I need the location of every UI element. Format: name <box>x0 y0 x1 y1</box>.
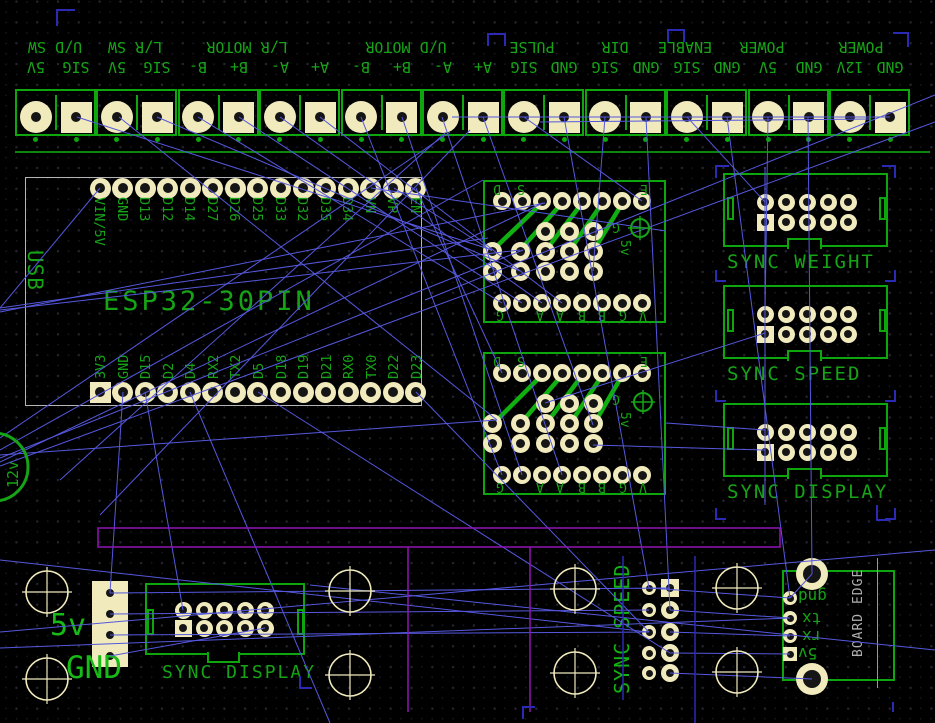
mounting-hole[interactable] <box>325 566 375 616</box>
airwire[interactable] <box>523 116 643 202</box>
airwire[interactable] <box>539 118 871 123</box>
airwire[interactable] <box>482 116 594 426</box>
airwire[interactable] <box>563 116 650 589</box>
airwire[interactable] <box>648 587 791 599</box>
mounting-hole[interactable] <box>550 648 600 698</box>
airwire[interactable] <box>109 627 266 657</box>
airwire[interactable] <box>189 391 331 723</box>
airwire[interactable] <box>0 419 498 456</box>
airwire[interactable] <box>592 116 606 272</box>
airwire[interactable] <box>393 187 493 252</box>
airwire[interactable] <box>257 391 671 654</box>
mounting-hole[interactable] <box>712 563 762 613</box>
selection-corner-mark <box>885 508 896 520</box>
airwire[interactable] <box>645 116 671 611</box>
selection-corner-mark <box>885 270 896 282</box>
selection-corner-mark <box>56 9 75 26</box>
airwire[interactable] <box>669 652 791 655</box>
selection-corner-mark <box>715 508 726 520</box>
selection-corner-mark <box>667 29 685 42</box>
selection-corner-mark <box>715 390 726 402</box>
mounting-hole[interactable] <box>325 650 375 700</box>
airwire[interactable] <box>238 116 523 304</box>
fiducial-cross-icon <box>628 216 652 240</box>
airwire[interactable] <box>0 249 521 311</box>
mounting-hole[interactable] <box>22 567 72 617</box>
pcb-canvas: 5V SIG 5V SIG B- B+ A- A+ B- B+ A- A+ SIG GND SIG GND SI… <box>0 0 935 723</box>
airwire[interactable] <box>544 332 766 404</box>
purple-region-outline <box>97 527 781 548</box>
airwire[interactable] <box>726 116 791 599</box>
selection-corner-mark <box>715 165 729 178</box>
airwire[interactable] <box>0 617 791 649</box>
selection-corner-mark <box>487 33 506 46</box>
airwire[interactable] <box>807 116 813 575</box>
airwire[interactable] <box>415 187 503 374</box>
airwire[interactable] <box>669 609 791 619</box>
selection-corner-mark <box>522 706 535 719</box>
selection-corner-mark <box>299 676 312 689</box>
airwire[interactable] <box>370 187 667 232</box>
airwire[interactable] <box>76 116 493 251</box>
airwire[interactable] <box>0 549 935 633</box>
selection-corner-mark <box>882 165 896 178</box>
airwire[interactable] <box>401 116 523 476</box>
airwire[interactable] <box>0 249 524 459</box>
airwire[interactable] <box>665 422 766 431</box>
selection-corner-mark <box>715 270 726 282</box>
airwire[interactable] <box>0 131 451 439</box>
airwire[interactable] <box>156 116 521 272</box>
selection-corner-mark <box>893 32 909 47</box>
airwire[interactable] <box>415 391 650 633</box>
airwire[interactable] <box>424 94 935 301</box>
mounting-hole[interactable] <box>550 564 600 614</box>
selection-corner-mark <box>885 390 896 402</box>
airwire[interactable] <box>0 559 650 633</box>
mounting-hole[interactable] <box>22 654 72 704</box>
airwire[interactable] <box>789 573 813 599</box>
airwires-overlay <box>0 9 935 723</box>
airwire[interactable] <box>669 672 813 680</box>
airwire[interactable] <box>99 129 471 516</box>
power-jack-outline[interactable] <box>0 432 30 502</box>
airwire[interactable] <box>0 202 544 463</box>
mounting-hole[interactable] <box>712 647 762 697</box>
airwire[interactable] <box>319 116 563 304</box>
fiducial-cross-icon <box>631 390 655 414</box>
airwire[interactable] <box>686 116 766 203</box>
airwire[interactable] <box>144 391 184 611</box>
selection-corner-mark <box>876 505 890 521</box>
airwire[interactable] <box>592 444 766 451</box>
airwire[interactable] <box>0 187 101 309</box>
